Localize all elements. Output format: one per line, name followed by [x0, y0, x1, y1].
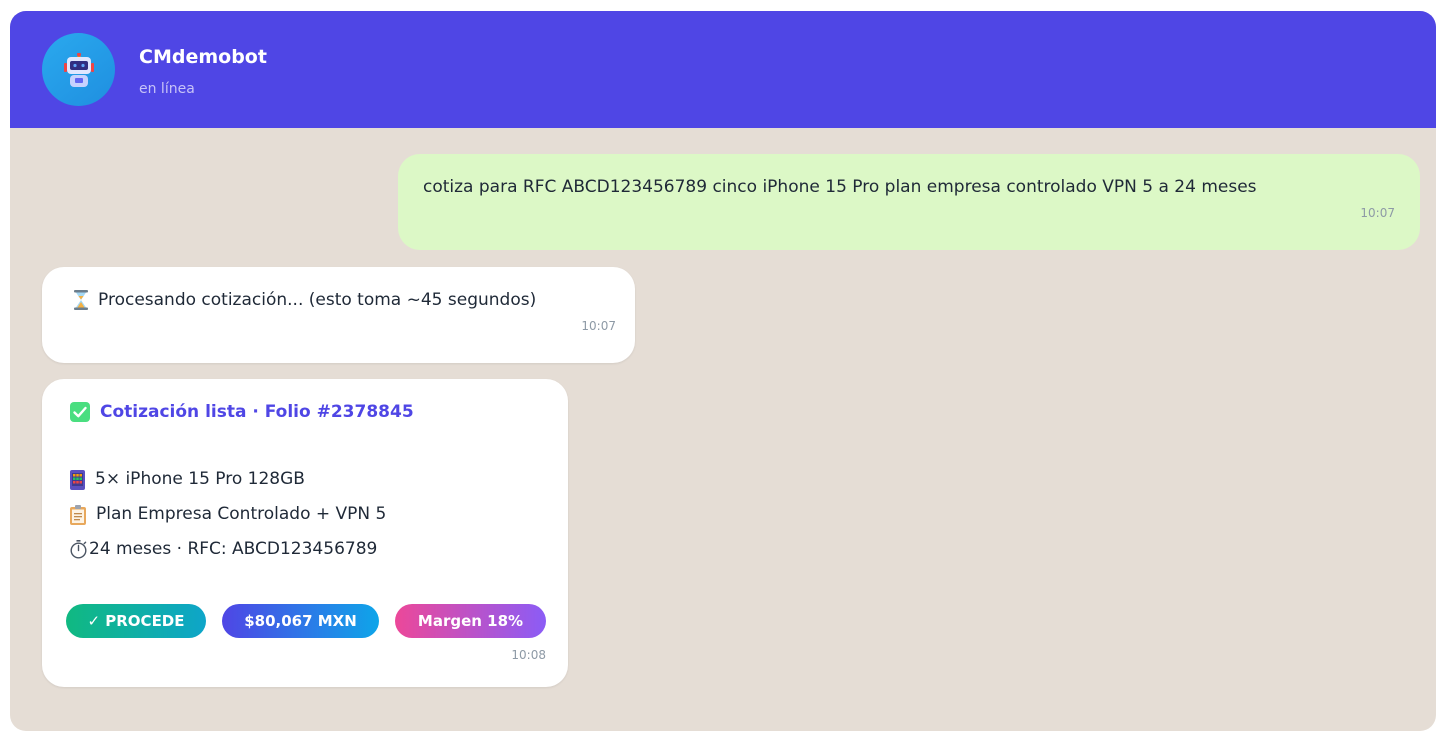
message-text: cotiza para RFC ABCD123456789 cinco iPho…: [423, 177, 1257, 197]
hourglass-icon: [74, 290, 88, 310]
quote-line-term: 24 meses · RFC: ABCD123456789: [70, 532, 546, 567]
phone-icon: [70, 469, 85, 490]
quote-title-row: Cotización lista · Folio #2378845: [70, 399, 546, 425]
robot-icon: [63, 52, 94, 87]
quote-line-plan: Plan Empresa Controlado + VPN 5: [70, 497, 546, 532]
quote-line-device: 5× iPhone 15 Pro 128GB: [70, 462, 546, 497]
processing-line: Procesando cotización... (esto toma ~45 …: [74, 287, 615, 313]
chat-title-block: CMdemobot en línea: [139, 44, 267, 99]
bot-avatar[interactable]: [42, 33, 115, 106]
quote-line-text: 24 meses · RFC: ABCD123456789: [89, 539, 378, 559]
message-time: 10:08: [511, 648, 546, 662]
quote-details: 5× iPhone 15 Pro 128GB Plan Empresa Cont…: [70, 462, 546, 567]
bot-status: en línea: [139, 81, 195, 97]
price-badge: $80,067 MXN: [222, 604, 379, 638]
check-box-icon: [70, 402, 90, 422]
clipboard-icon: [70, 504, 86, 525]
status-badge: ✓ PROCEDE: [66, 604, 206, 638]
margin-badge: Margen 18%: [395, 604, 546, 638]
chat-header: CMdemobot en línea: [10, 11, 1436, 128]
message-incoming-quote[interactable]: Cotización lista · Folio #2378845 5× iPh…: [42, 379, 568, 687]
bot-name: CMdemobot: [139, 46, 267, 68]
chat-window: CMdemobot en línea cotiza para RFC ABCD1…: [10, 11, 1436, 731]
stopwatch-icon: [70, 540, 87, 559]
quote-badges: ✓ PROCEDE $80,067 MXN Margen 18%: [66, 604, 546, 638]
message-time: 10:07: [1360, 206, 1395, 220]
message-time: 10:07: [581, 319, 616, 333]
message-text: Procesando cotización... (esto toma ~45 …: [98, 290, 537, 310]
message-incoming-processing[interactable]: Procesando cotización... (esto toma ~45 …: [42, 267, 635, 363]
quote-line-text: Plan Empresa Controlado + VPN 5: [96, 504, 387, 524]
quote-title: Cotización lista · Folio #2378845: [100, 402, 414, 422]
quote-line-text: 5× iPhone 15 Pro 128GB: [95, 469, 305, 489]
message-outgoing[interactable]: cotiza para RFC ABCD123456789 cinco iPho…: [398, 154, 1420, 250]
